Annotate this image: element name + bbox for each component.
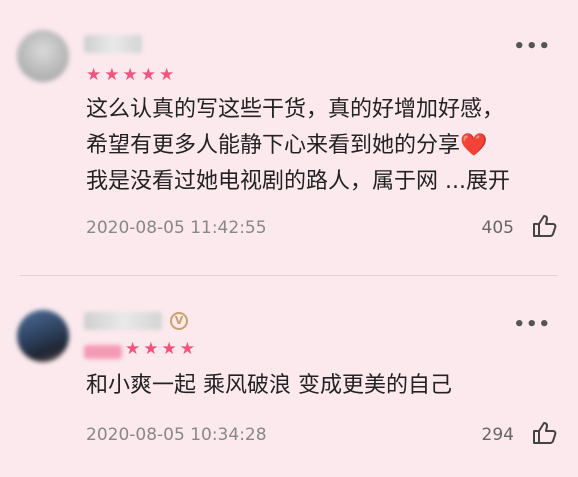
vip-badge-icon: V — [170, 312, 188, 330]
star-rating: ★ ★ ★ ★ — [125, 340, 195, 358]
more-options-icon[interactable]: ••• — [513, 316, 551, 334]
like-count: 294 — [481, 425, 514, 445]
thumbs-up-icon[interactable] — [532, 214, 558, 238]
star-icon: ★ — [104, 65, 120, 85]
username-blurred[interactable] — [84, 312, 162, 330]
thumbs-up-icon[interactable] — [532, 421, 558, 445]
content-line: 我是没看过她电视剧的路人，属于网 ...展开 — [86, 169, 510, 194]
star-icon: ★ — [143, 339, 159, 359]
like-count: 405 — [481, 218, 514, 238]
content-line: 和小爽一起 乘风破浪 变成更美的自己 — [86, 373, 452, 398]
divider — [20, 275, 558, 276]
star-icon: ★ — [161, 339, 177, 359]
star-icon: ★ — [140, 65, 156, 85]
star-icon: ★ — [125, 339, 141, 359]
avatar[interactable] — [17, 30, 69, 82]
star-icon: ★ — [86, 65, 102, 85]
username-blurred[interactable] — [84, 35, 142, 53]
more-options-icon[interactable]: ••• — [513, 38, 551, 56]
timestamp: 2020-08-05 11:42:55 — [86, 218, 267, 238]
avatar[interactable] — [17, 310, 69, 362]
star-rating: ★ ★ ★ ★ ★ — [86, 66, 174, 84]
star-icon: ★ — [122, 65, 138, 85]
review-content: 这么认真的写这些干货，真的好增加好感， 希望有更多人能静下心来看到她的分享❤️ … — [86, 92, 556, 200]
rating-blur — [84, 345, 122, 359]
review-content: 和小爽一起 乘风破浪 变成更美的自己 — [86, 368, 556, 404]
content-line: 希望有更多人能静下心来看到她的分享❤️ — [86, 133, 488, 158]
star-icon: ★ — [179, 339, 195, 359]
heart-emoji-icon: ❤️ — [460, 133, 488, 158]
timestamp: 2020-08-05 10:34:28 — [86, 425, 267, 445]
expand-link[interactable]: ...展开 — [445, 169, 510, 194]
content-line: 这么认真的写这些干货，真的好增加好感， — [86, 97, 505, 122]
star-icon: ★ — [159, 65, 175, 85]
